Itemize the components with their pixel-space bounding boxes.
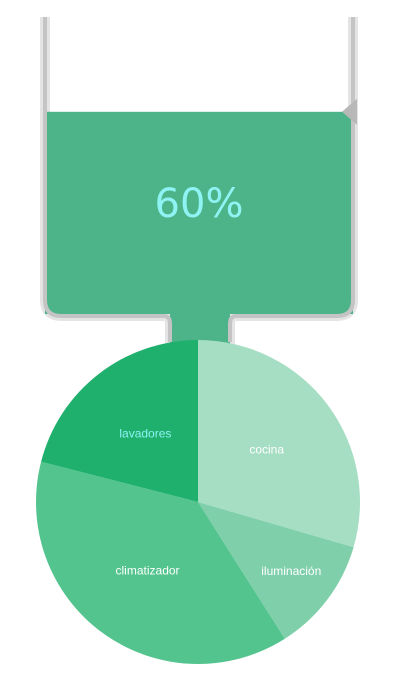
gauge-value-label: 60% <box>155 181 244 227</box>
chart-canvas: 60% cocina iluminación climatizador lavador… <box>36 17 360 664</box>
gauge-tank: 60% <box>40 17 358 348</box>
pie-label-iluminación: iluminación <box>261 564 321 578</box>
pie-label-lavadores: lavadores <box>119 426 171 440</box>
pie-chart: cocina iluminación climatizador lavadores <box>36 340 360 664</box>
pie-label-climatizador: climatizador <box>116 564 180 578</box>
pie-label-cocina: cocina <box>249 443 284 457</box>
